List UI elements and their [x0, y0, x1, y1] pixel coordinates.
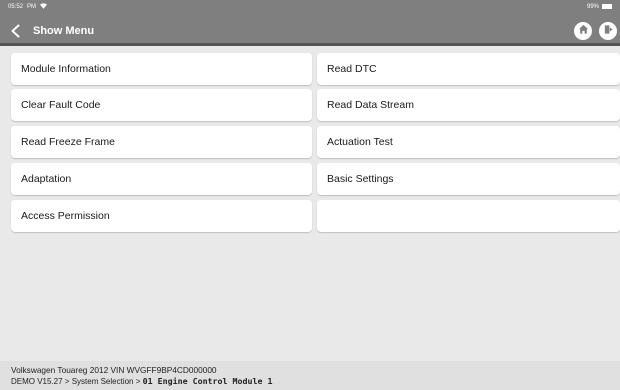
breadcrumb-path: DEMO V15.27 > System Selection >: [11, 377, 143, 386]
vehicle-info: Volkswagen Touareg 2012 VIN WVGFF9BP4CD0…: [11, 365, 217, 375]
status-right: 99%: [587, 4, 612, 10]
wifi-icon: [40, 2, 48, 11]
footer-info: Volkswagen Touareg 2012 VIN WVGFF9BP4CD0…: [0, 361, 620, 390]
menu-item-label: Module Information: [21, 63, 111, 75]
menu-item-label: Access Permission: [21, 210, 110, 222]
menu-item-label: Read DTC: [327, 63, 377, 75]
top-bar: 05:52 PM 99% Show Menu: [0, 0, 620, 46]
menu-item-read-data-stream[interactable]: Read Data Stream: [317, 89, 620, 121]
battery-level: 99%: [586, 3, 599, 10]
menu-item-label: Actuation Test: [327, 136, 393, 148]
menu-item-access-permission[interactable]: Access Permission: [11, 200, 312, 232]
menu-item-label: Read Freeze Frame: [21, 136, 115, 148]
menu-item-adaptation[interactable]: Adaptation: [11, 163, 312, 195]
menu-item-label: Adaptation: [21, 173, 72, 185]
home-icon: [578, 22, 589, 40]
status-time: 05:52: [8, 3, 24, 10]
breadcrumb: DEMO V15.27 > System Selection > 01 Engi…: [11, 376, 609, 387]
status-ampm: PM: [27, 3, 37, 10]
exit-button[interactable]: [599, 22, 617, 40]
menu-item-label: Clear Fault Code: [21, 99, 101, 111]
home-button[interactable]: [574, 22, 592, 40]
menu-item-label: Read Data Stream: [327, 99, 414, 111]
menu-item-empty: [317, 200, 620, 232]
menu-item-module-information[interactable]: Module Information: [11, 53, 312, 85]
page-title: Show Menu: [33, 25, 95, 37]
chevron-left-icon[interactable]: [9, 24, 23, 38]
menu-item-read-freeze-frame[interactable]: Read Freeze Frame: [11, 126, 312, 158]
menu-item-clear-fault-code[interactable]: Clear Fault Code: [11, 89, 312, 121]
status-bar: 05:52 PM 99%: [0, 0, 620, 13]
breadcrumb-module: 01 Engine Control Module 1: [142, 376, 273, 386]
exit-icon: [603, 22, 614, 40]
status-left: 05:52 PM: [8, 2, 48, 11]
menu-item-read-dtc[interactable]: Read DTC: [317, 53, 620, 85]
menu-item-label: Basic Settings: [327, 173, 394, 185]
menu-grid: Module Information Read DTC Clear Fault …: [0, 49, 620, 361]
menu-item-basic-settings[interactable]: Basic Settings: [317, 163, 620, 195]
menu-item-actuation-test[interactable]: Actuation Test: [317, 126, 620, 158]
battery-icon: [602, 4, 612, 9]
